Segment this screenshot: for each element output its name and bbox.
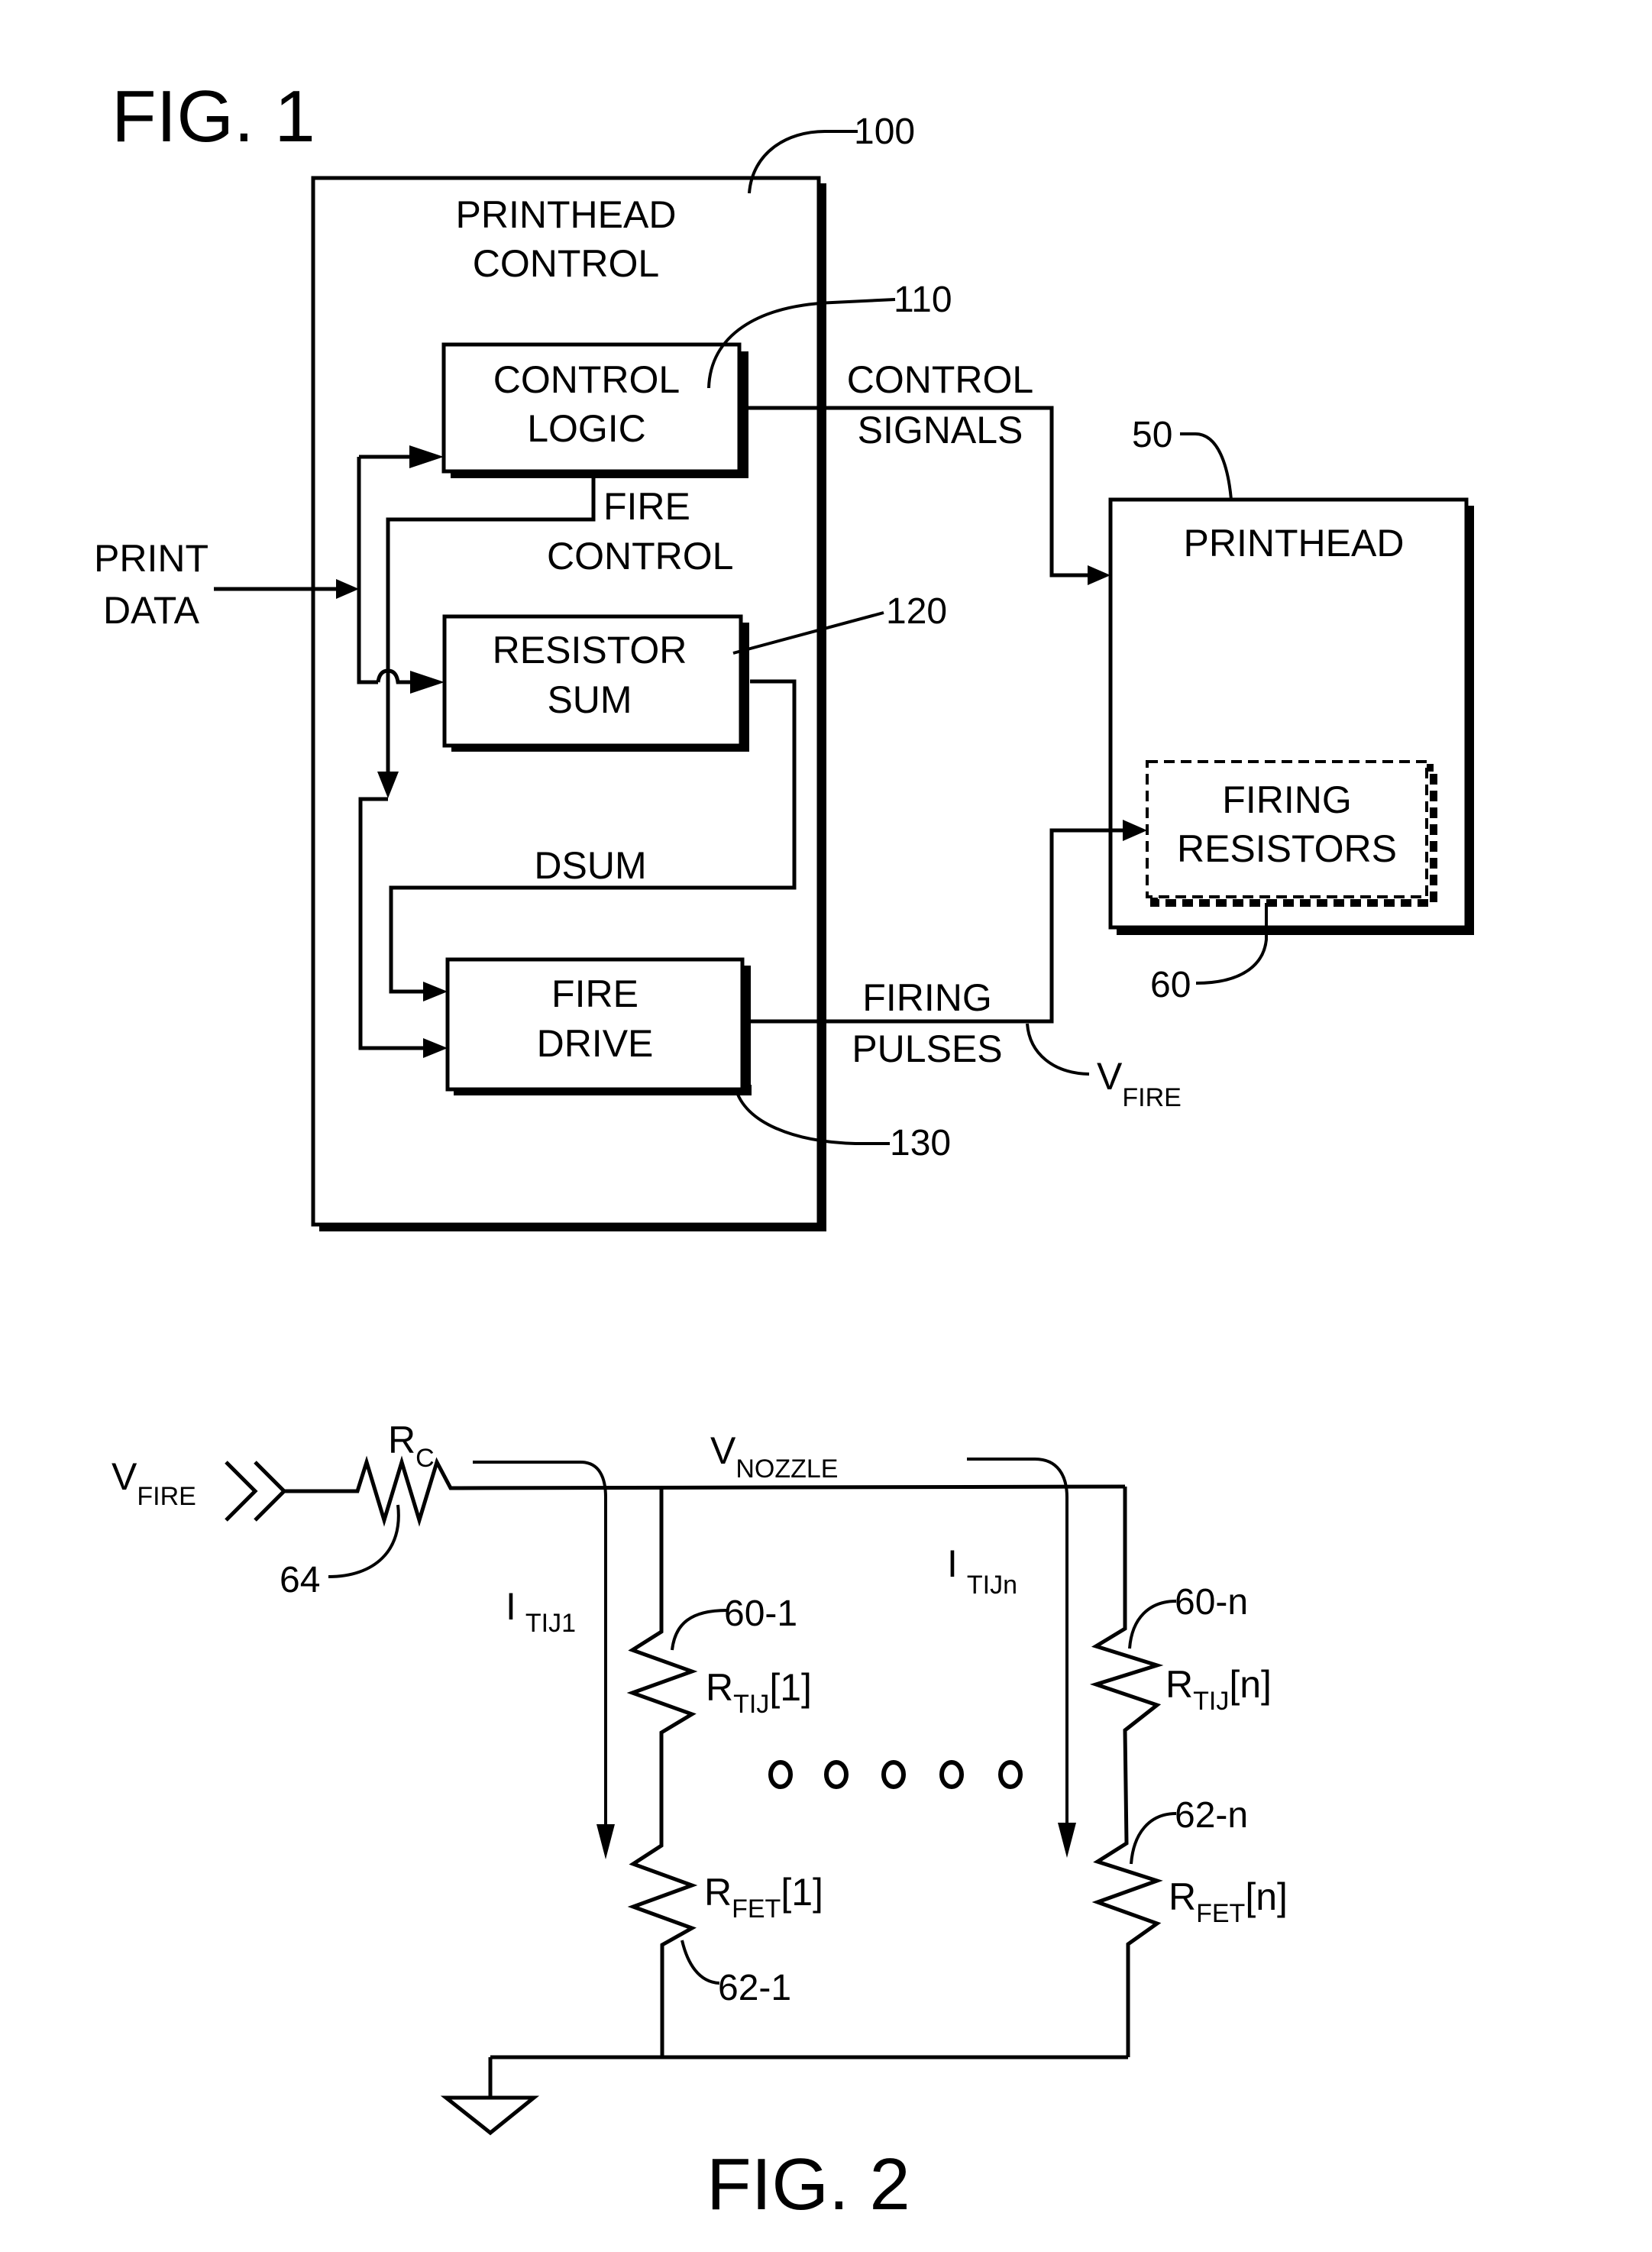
firing-pulses-label-1: FIRING bbox=[862, 976, 991, 1019]
firing-pulses-label-2: PULSES bbox=[852, 1027, 1002, 1070]
fire-drive-label-1: FIRE bbox=[551, 972, 638, 1015]
fig2-vfire-sub: FIRE bbox=[137, 1482, 196, 1511]
current-n-label: I TIJn bbox=[947, 1542, 1017, 1600]
printhead-control-label-2: CONTROL bbox=[473, 242, 659, 285]
ref-110: 110 bbox=[894, 280, 952, 320]
ref-130: 130 bbox=[890, 1123, 951, 1163]
fig2-vfire-main: V bbox=[112, 1455, 137, 1498]
current-1-main: I bbox=[506, 1585, 516, 1628]
fig1-vfire-label: VFIRE bbox=[1097, 1055, 1182, 1112]
current-n-arrowhead bbox=[1058, 1823, 1076, 1858]
ref-100: 100 bbox=[854, 112, 915, 152]
rfet-1-sub: FET bbox=[732, 1894, 781, 1924]
rc-label: RC bbox=[388, 1419, 435, 1473]
ref-62-n: 62-n bbox=[1175, 1795, 1248, 1836]
firing-resistors-label-2: RESISTORS bbox=[1177, 827, 1397, 870]
ref-60-1: 60-1 bbox=[724, 1594, 797, 1634]
branch-n-wire bbox=[1089, 1487, 1164, 2057]
printhead-label: PRINTHEAD bbox=[1184, 522, 1405, 565]
current-n-main: I bbox=[947, 1542, 958, 1585]
ref-62-1: 62-1 bbox=[718, 1968, 791, 2008]
rfet-n-index: [n] bbox=[1245, 1875, 1288, 1918]
resistor-sum-label-1: RESISTOR bbox=[493, 629, 687, 671]
fig1-vfire-sub: FIRE bbox=[1122, 1083, 1181, 1112]
patent-drawing: FIG. 1 PRINTHEAD CONTROL 100 CONTROL LOG… bbox=[94, 76, 1474, 2225]
rtij-1-main: R bbox=[706, 1666, 733, 1709]
current-1-path bbox=[473, 1461, 607, 1833]
vfire-leader bbox=[1026, 1023, 1090, 1076]
vnozzle-main: V bbox=[710, 1429, 736, 1472]
ref-62-n-leader bbox=[1130, 1812, 1177, 1865]
rtij-1-label: RTIJ[1] bbox=[706, 1666, 812, 1719]
fire-drive-label-2: DRIVE bbox=[537, 1022, 654, 1065]
current-1-arrowhead bbox=[596, 1824, 615, 1859]
branch-1-wire bbox=[626, 1488, 698, 2057]
control-logic-label-2: LOGIC bbox=[527, 407, 646, 450]
vnozzle-rail bbox=[459, 1484, 1126, 1490]
ellipsis-dot bbox=[881, 1760, 906, 1789]
rfet-1-main: R bbox=[704, 1871, 732, 1914]
ellipsis-dot bbox=[824, 1760, 849, 1789]
rfet-n-main: R bbox=[1169, 1875, 1196, 1918]
ref-50-leader bbox=[1180, 432, 1233, 500]
printhead-input-arrowhead bbox=[1088, 565, 1110, 585]
ref-120: 120 bbox=[886, 591, 947, 632]
rfet-n-sub: FET bbox=[1196, 1899, 1245, 1928]
ref-50: 50 bbox=[1132, 415, 1172, 455]
vnozzle-label: VNOZZLE bbox=[710, 1429, 838, 1484]
rtij-1-index: [1] bbox=[769, 1666, 812, 1709]
vnozzle-sub: NOZZLE bbox=[735, 1454, 838, 1484]
print-data-label-2: DATA bbox=[103, 589, 200, 632]
rc-main: R bbox=[388, 1419, 415, 1461]
current-1-sub: TIJ1 bbox=[525, 1609, 576, 1638]
firing-resistors-block: FIRING RESISTORS bbox=[1146, 760, 1437, 907]
rtij-1-sub: TIJ bbox=[733, 1690, 769, 1719]
current-1-label: I TIJ1 bbox=[506, 1585, 576, 1638]
ellipsis-dot bbox=[939, 1760, 964, 1789]
rtij-n-index: [n] bbox=[1229, 1663, 1272, 1706]
rfet-1-index: [1] bbox=[781, 1871, 823, 1914]
dsum-label: DSUM bbox=[534, 844, 646, 887]
current-n-path bbox=[967, 1458, 1068, 1833]
ref-60: 60 bbox=[1150, 965, 1191, 1005]
ref-60-1-leader bbox=[671, 1609, 728, 1651]
control-signals-label-2: SIGNALS bbox=[858, 409, 1023, 451]
resistor-sum-block: RESISTOR SUM bbox=[442, 614, 749, 752]
ellipsis-dot bbox=[768, 1760, 793, 1789]
fire-control-label-2: CONTROL bbox=[547, 535, 733, 578]
ref-60-n: 60-n bbox=[1175, 1582, 1248, 1623]
fig1-title: FIG. 1 bbox=[112, 76, 315, 157]
print-data-label-1: PRINT bbox=[94, 537, 209, 580]
firing-resistors-label-1: FIRING bbox=[1222, 778, 1351, 821]
control-signals-label-1: CONTROL bbox=[847, 358, 1033, 401]
control-logic-label-1: CONTROL bbox=[493, 358, 680, 401]
ellipsis-dot bbox=[998, 1760, 1023, 1789]
ground-icon bbox=[440, 2095, 540, 2136]
ref-64: 64 bbox=[280, 1560, 320, 1600]
supply-connector-icon bbox=[225, 1461, 287, 1522]
control-logic-block: CONTROL LOGIC bbox=[441, 342, 748, 478]
rtij-n-main: R bbox=[1165, 1663, 1193, 1706]
rc-sub: C bbox=[415, 1444, 435, 1473]
ellipsis-dots bbox=[768, 1760, 1023, 1789]
rtij-n-label: RTIJ[n] bbox=[1165, 1663, 1272, 1716]
printhead-control-label-1: PRINTHEAD bbox=[456, 193, 677, 236]
current-n-sub: TIJn bbox=[967, 1571, 1017, 1600]
fire-drive-block: FIRE DRIVE bbox=[445, 957, 752, 1095]
rfet-1-label: RFET[1] bbox=[704, 1871, 823, 1924]
ref-64-leader bbox=[328, 1504, 400, 1578]
fig1-vfire-main: V bbox=[1097, 1055, 1123, 1098]
fig2-vfire-label: VFIRE bbox=[112, 1455, 196, 1511]
fig2-title: FIG. 2 bbox=[706, 2144, 910, 2225]
resistor-sum-label-2: SUM bbox=[547, 678, 632, 721]
ref-62-1-leader bbox=[681, 1940, 720, 1985]
ref-60-n-leader bbox=[1128, 1600, 1177, 1649]
fire-control-label-1: FIRE bbox=[603, 485, 690, 528]
rfet-n-label: RFET[n] bbox=[1169, 1875, 1288, 1928]
rtij-n-sub: TIJ bbox=[1193, 1687, 1229, 1716]
